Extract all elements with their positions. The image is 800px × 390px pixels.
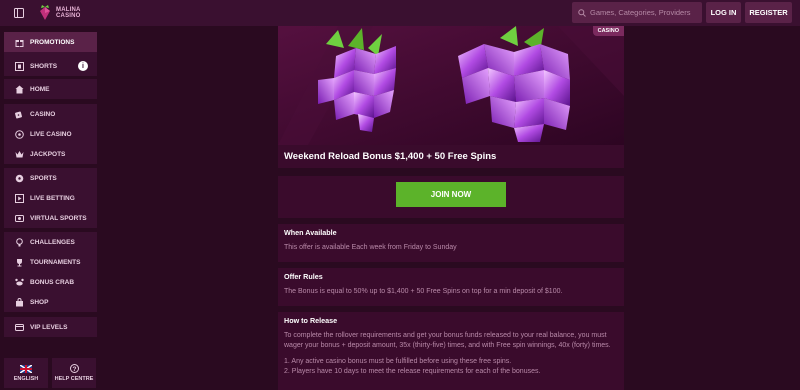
home-icon — [14, 84, 24, 94]
sidebar-item-jackpots[interactable]: JACKPOTS — [4, 144, 97, 164]
promo-title-bar: Weekend Reload Bonus $1,400 + 50 Free Sp… — [278, 145, 624, 168]
join-panel: JOIN NOW — [278, 176, 624, 218]
sidebar-item-label: HOME — [30, 85, 50, 93]
uk-flag-icon — [20, 364, 32, 373]
register-button[interactable]: REGISTER — [745, 2, 792, 23]
sidebar-group-promotions: PROMOTIONS SHORTS i — [4, 32, 97, 76]
sidebar-item-bonus-crab[interactable]: BONUS CRAB — [4, 272, 97, 292]
help-centre-button[interactable]: ? HELP CENTRE — [52, 358, 96, 388]
shop-icon — [14, 297, 24, 307]
sidebar-group-extras: CHALLENGES TOURNAMENTS BONUS CRAB SHOP — [4, 232, 97, 312]
sidebar-item-vip-levels[interactable]: VIP LEVELS — [4, 317, 97, 337]
sidebar-item-challenges[interactable]: CHALLENGES — [4, 232, 97, 252]
language-label: ENGLISH — [13, 375, 39, 382]
dice-icon — [14, 109, 24, 119]
ball-icon — [14, 173, 24, 183]
section-heading: Offer Rules — [284, 272, 323, 281]
sidebar-group-vip: VIP LEVELS — [4, 317, 97, 337]
top-bar: MALINA CASINO LOG IN REGISTER — [0, 0, 800, 26]
section-body: The Bonus is equal to 50% up to $1,400 +… — [284, 288, 563, 295]
sidebar-item-casino[interactable]: CASINO — [4, 104, 97, 124]
sidebar-item-label: PROMOTIONS — [30, 38, 75, 46]
vip-icon — [14, 322, 24, 332]
sidebar-item-tournaments[interactable]: TOURNAMENTS — [4, 252, 97, 272]
help-centre-label: HELP CENTRE — [54, 376, 94, 382]
sidebar-item-live-betting[interactable]: LIVE BETTING — [4, 188, 97, 208]
rule-item: 1. Any active casino bonus must be fulfi… — [284, 358, 512, 365]
section-heading: How to Release — [284, 316, 338, 325]
promo-title: Weekend Reload Bonus $1,400 + 50 Free Sp… — [284, 151, 497, 162]
raspberry-gems-illustration — [278, 26, 624, 145]
crab-icon — [14, 277, 24, 287]
sidebar-item-label: VIP LEVELS — [30, 323, 68, 331]
sidebar-item-label: CASINO — [30, 110, 56, 118]
search-input[interactable] — [590, 8, 700, 17]
svg-text:?: ? — [72, 366, 76, 373]
sidebar-item-label: TOURNAMENTS — [30, 258, 81, 266]
sidebar-item-virtual-sports[interactable]: VIRTUAL SPORTS — [4, 208, 97, 228]
sidebar-item-label: JACKPOTS — [30, 150, 66, 158]
how-to-release-section: How to Release To complete the rollover … — [278, 312, 624, 390]
search-box[interactable] — [572, 2, 702, 23]
virtual-icon — [14, 213, 24, 223]
sidebar-item-label: SPORTS — [30, 174, 57, 182]
promo-hero-image: CASINO — [278, 26, 624, 145]
challenge-icon — [14, 237, 24, 247]
brand-name-line2: CASINO — [56, 13, 81, 19]
trophy-icon — [14, 257, 24, 267]
sidebar-group-home: HOME — [4, 79, 97, 99]
sidebar-item-label: LIVE CASINO — [30, 130, 72, 138]
section-heading: When Available — [284, 228, 337, 237]
language-button[interactable]: ENGLISH — [4, 358, 48, 388]
info-icon[interactable]: i — [78, 61, 88, 71]
section-body: To complete the rollover requirements an… — [284, 332, 611, 349]
sidebar-group-casino: CASINO LIVE CASINO JACKPOTS — [4, 104, 97, 164]
sidebar-item-label: BONUS CRAB — [30, 278, 75, 286]
sidebar: PROMOTIONS SHORTS i HOME CASINO LIVE CAS… — [0, 26, 104, 390]
sidebar-item-label: LIVE BETTING — [30, 194, 75, 202]
sidebar-item-shorts[interactable]: SHORTS i — [4, 56, 97, 76]
raspberry-icon — [40, 5, 50, 20]
sidebar-group-sports: SPORTS LIVE BETTING VIRTUAL SPORTS — [4, 168, 97, 228]
sidebar-item-label: VIRTUAL SPORTS — [30, 214, 87, 222]
sidebar-item-promotions[interactable]: PROMOTIONS — [4, 32, 97, 52]
sidebar-item-label: CHALLENGES — [30, 238, 75, 246]
brand-logo[interactable]: MALINA CASINO — [38, 5, 81, 21]
offer-rules-section: Offer Rules The Bonus is equal to 50% up… — [278, 268, 624, 306]
casino-tag-badge: CASINO — [592, 26, 624, 36]
gift-icon — [14, 37, 24, 47]
sidebar-item-label: SHOP — [30, 298, 49, 306]
sidebar-item-sports[interactable]: SPORTS — [4, 168, 97, 188]
section-body: This offer is available Each week from F… — [284, 244, 457, 251]
when-available-section: When Available This offer is available E… — [278, 224, 624, 262]
film-icon — [14, 61, 24, 71]
crown-icon — [14, 149, 24, 159]
join-now-button[interactable]: JOIN NOW — [396, 182, 506, 207]
sidebar-item-shop[interactable]: SHOP — [4, 292, 97, 312]
sidebar-toggle-icon[interactable] — [9, 3, 29, 23]
login-button[interactable]: LOG IN — [706, 2, 741, 23]
search-icon — [578, 8, 586, 17]
roulette-icon — [14, 129, 24, 139]
play-icon — [14, 193, 24, 203]
sidebar-item-home[interactable]: HOME — [4, 79, 97, 99]
sidebar-item-label: SHORTS — [30, 62, 58, 70]
sidebar-item-live-casino[interactable]: LIVE CASINO — [4, 124, 97, 144]
rule-item: 2. Players have 10 days to meet the rele… — [284, 368, 541, 375]
help-icon: ? — [69, 364, 79, 373]
